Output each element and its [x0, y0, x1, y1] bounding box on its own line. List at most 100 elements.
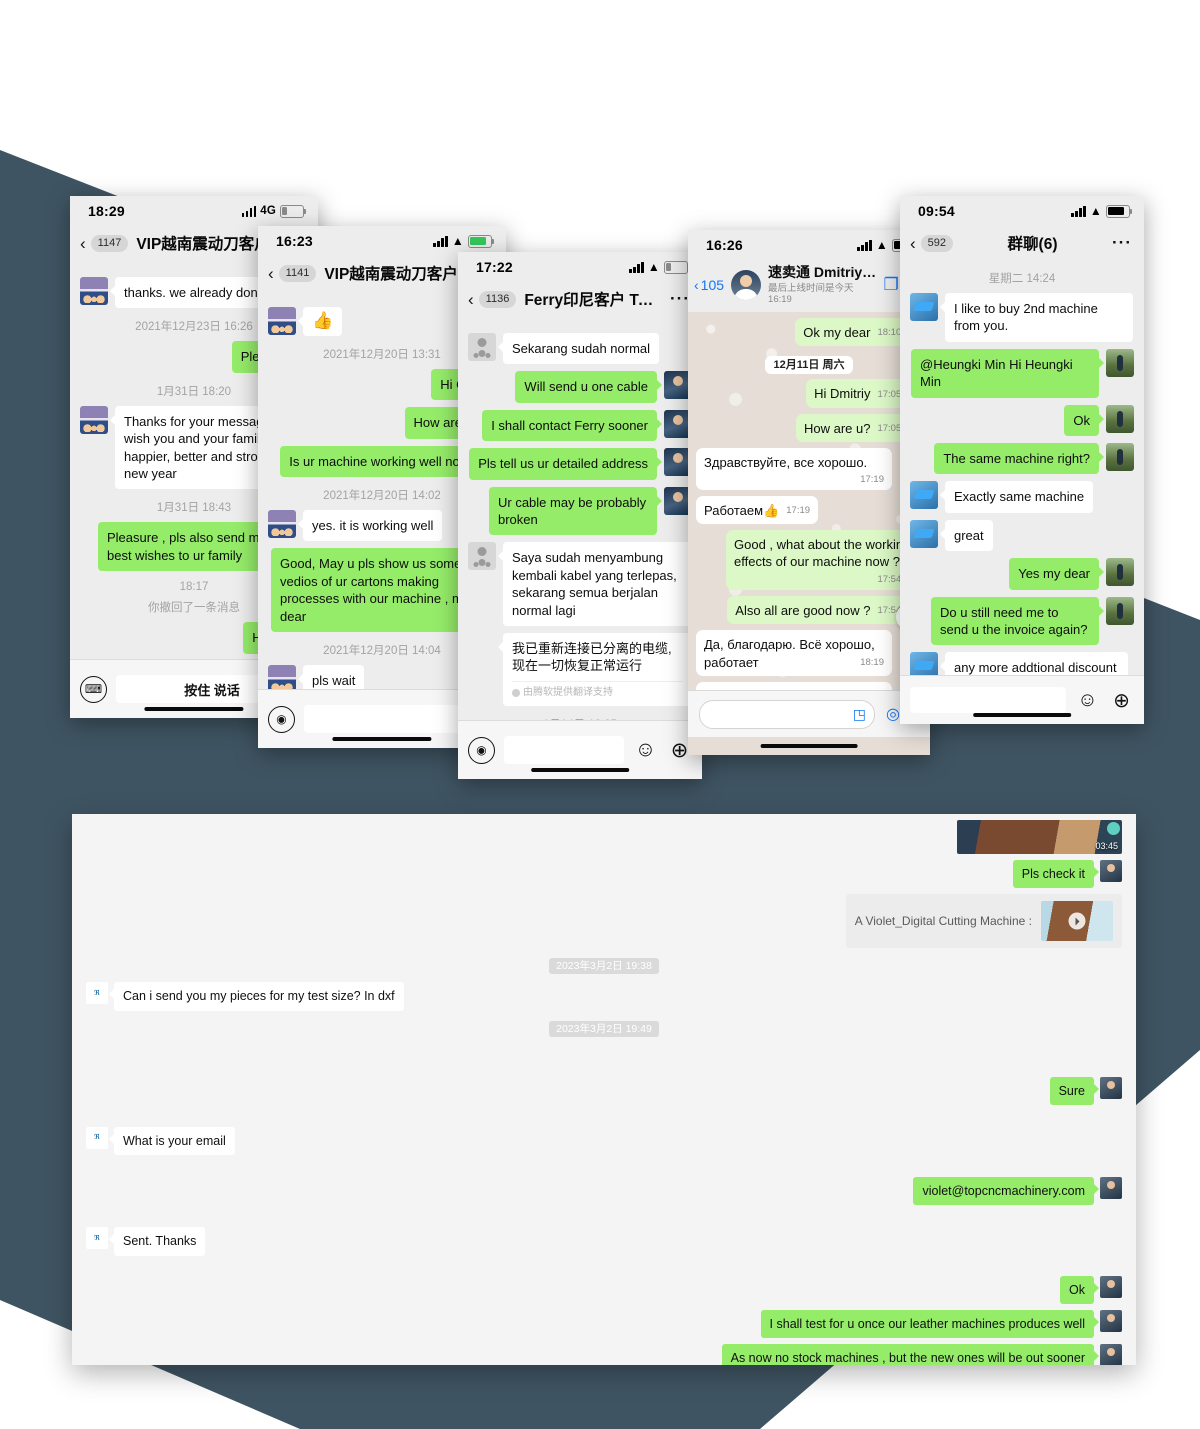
back-button[interactable]: ‹ 592 [910, 234, 954, 252]
message-row: I shall test for u once our leather mach… [72, 1309, 1136, 1338]
wifi-icon: ▲ [647, 260, 660, 274]
wifi-icon: ▲ [875, 238, 888, 252]
message-row: How are u? 17:05✓✓ [696, 413, 922, 442]
camera-icon[interactable]: ◎ [886, 704, 900, 724]
video-message[interactable]: 03:45 [957, 820, 1122, 854]
voice-icon[interactable]: ◉ [468, 736, 495, 764]
message-bubble: violet@topcncmachinery.com [913, 1177, 1099, 1206]
home-indicator [144, 707, 244, 711]
avatar[interactable] [1106, 596, 1134, 625]
message-row: Yes my dear [910, 558, 1134, 590]
message-row: Pls check it [72, 860, 1136, 889]
signal-icon [857, 239, 872, 251]
more-options-icon[interactable]: ··· [1112, 233, 1132, 253]
message-bubble: Ok [1060, 1275, 1099, 1304]
avatar[interactable] [468, 333, 496, 361]
message-row: Ok [910, 404, 1134, 437]
input-bar: ◳ ◎ ♪ [688, 690, 930, 738]
avatar[interactable] [1106, 443, 1134, 472]
back-button[interactable]: ‹ 1136 [468, 289, 517, 309]
message-bubble: great [940, 519, 993, 552]
back-button[interactable]: ‹ 1141 [268, 263, 317, 283]
timestamp: 2023年3月2日 19:49 [72, 1019, 1136, 1037]
avatar[interactable] [910, 481, 938, 510]
message-bubble: The same machine right? [934, 443, 1104, 475]
message-bubble: Also all are good now ? 17:54✓✓ [727, 595, 922, 625]
message-bubble: Good , what about the working effects of… [726, 530, 922, 590]
message-bubble-translated: 我已重新连接已分离的电缆,现在一切恢复正常运行 [512, 641, 672, 674]
more-options-icon[interactable]: ··· [670, 289, 690, 309]
video-duration: 03:45 [1095, 841, 1118, 851]
emoji-icon[interactable]: ☺ [633, 738, 658, 763]
avatar[interactable] [910, 293, 938, 321]
avatar[interactable] [268, 509, 296, 538]
avatar[interactable]: ℜ [86, 1126, 108, 1149]
unread-badge: 1147 [90, 234, 129, 252]
home-indicator [531, 768, 629, 772]
translate-icon [512, 688, 520, 697]
avatar[interactable] [268, 307, 296, 335]
timestamp: 2023年3月2日 19:38 [72, 956, 1136, 975]
avatar[interactable]: ℜ [86, 982, 108, 1005]
link-card[interactable]: A Violet_Digital Cutting Machine : [845, 894, 1122, 949]
message-row: Работаем👍 17:19 [696, 495, 922, 525]
avatar[interactable] [1100, 860, 1122, 882]
message-bubble: Sekarang sudah normal [497, 333, 660, 365]
message-row: Pls tell us ur detailed address [468, 448, 692, 480]
avatar[interactable] [468, 542, 496, 571]
avatar[interactable]: ℜ [86, 1227, 108, 1250]
message-row: great [910, 519, 1134, 552]
link-card-title: A Violet_Digital Cutting Machine : [854, 914, 1032, 929]
wifi-icon: ▲ [1089, 204, 1102, 218]
battery-icon [280, 204, 307, 218]
avatar[interactable] [80, 277, 108, 305]
avatar[interactable] [1100, 1177, 1122, 1199]
status-time: 16:26 [706, 237, 743, 253]
battery-charging-icon [468, 234, 495, 248]
avatar[interactable] [1100, 1275, 1122, 1298]
emoji-icon[interactable]: ☺ [1075, 688, 1100, 713]
avatar[interactable] [731, 269, 762, 300]
chevron-left-icon: ‹ [694, 276, 699, 293]
avatar[interactable] [1106, 348, 1134, 377]
signal-icon [629, 261, 644, 273]
chevron-left-icon: ‹ [468, 289, 474, 309]
message-bubble: Работаем👍 17:19 [696, 495, 819, 525]
message-input[interactable] [910, 687, 1066, 713]
message-row: Да, благодарю. Всё хорошо, работает 18:1… [696, 630, 922, 676]
plus-icon[interactable]: ⊕ [1109, 688, 1134, 713]
message-bubble: thanks. we already done [110, 277, 274, 309]
message-bubble: I shall test for u once our leather mach… [760, 1309, 1100, 1338]
message-row: I shall contact Ferry sooner [468, 409, 692, 442]
unread-badge: 1141 [278, 264, 317, 282]
back-button[interactable]: ‹ 105 [694, 277, 724, 293]
message-row: Здравствуйте, все хорошо. 17:19 [696, 447, 922, 490]
avatar[interactable] [1106, 404, 1134, 433]
video-call-icon[interactable]: ❐ [884, 275, 899, 295]
message-bubble: As now no stock machines , but the new o… [721, 1344, 1100, 1365]
message-row: Do u still need me to send u the invoice… [910, 596, 1134, 646]
avatar[interactable] [1100, 1344, 1122, 1365]
back-button[interactable]: ‹ 1147 [80, 234, 129, 252]
keyboard-icon[interactable]: ⌨ [80, 675, 107, 703]
unread-badge: 592 [920, 234, 954, 252]
message-input[interactable] [504, 736, 624, 764]
message-bubble: Good, May u pls show us some vedios of u… [271, 548, 494, 633]
avatar[interactable] [1100, 1076, 1122, 1099]
desktop-chat-panel: 03:45 Pls check it A Violet_Digital Cutt… [72, 814, 1136, 1365]
avatar[interactable] [1100, 1309, 1122, 1332]
message-input[interactable]: ◳ [699, 699, 876, 729]
avatar[interactable] [1106, 558, 1134, 587]
home-indicator [973, 713, 1071, 717]
status-bar: 18:29 4G [70, 196, 318, 226]
sticker-icon[interactable]: ◳ [853, 706, 866, 723]
voice-icon[interactable]: ◉ [268, 705, 295, 733]
message-row: ℜ Sent. Thanks [72, 1227, 1136, 1256]
signal-icon [241, 205, 257, 217]
avatar[interactable] [80, 405, 108, 434]
video-thumbnail[interactable] [1041, 901, 1113, 942]
chevron-left-icon: ‹ [268, 263, 274, 283]
avatar[interactable] [910, 519, 938, 548]
status-time: 16:23 [276, 233, 313, 249]
